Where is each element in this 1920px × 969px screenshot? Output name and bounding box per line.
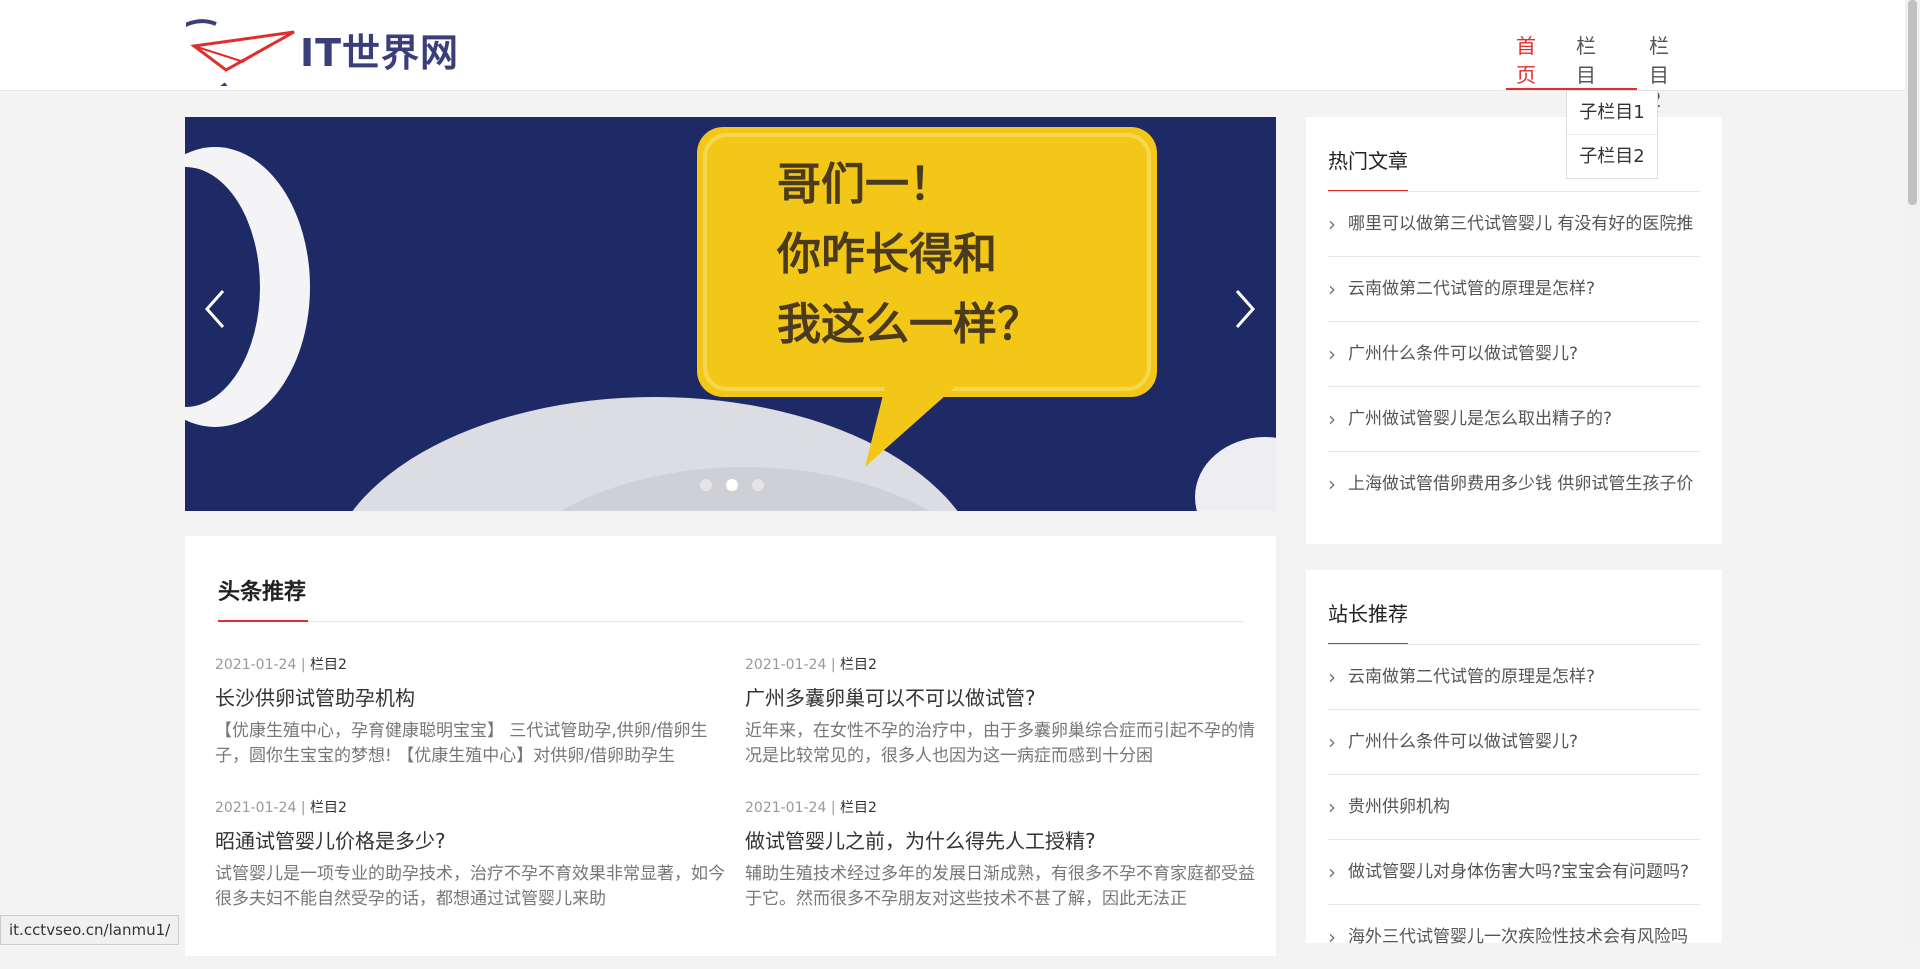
hot-article-link[interactable]: 云南做第二代试管的原理是怎样? — [1328, 256, 1700, 321]
admin-recommend-panel: 站长推荐 云南做第二代试管的原理是怎样? 广州什么条件可以做试管婴儿? 贵州供卵… — [1306, 570, 1722, 969]
news-title-link[interactable]: 广州多囊卵巢可以不可以做试管? — [745, 682, 1255, 711]
admin-article-link[interactable]: 云南做第二代试管的原理是怎样? — [1328, 644, 1700, 709]
chevron-right-icon — [1235, 290, 1256, 328]
news-description: 近年来，在女性不孕的治疗中，由于多囊卵巢综合症而引起不孕的情况是比较常见的，很多… — [745, 721, 1255, 766]
admin-article-link[interactable]: 海外三代试管婴儿一次疾险性技术会有风险吗 — [1328, 904, 1700, 969]
carousel-dot-2[interactable] — [726, 479, 738, 491]
admin-recommend-title: 站长推荐 — [1328, 602, 1408, 626]
news-category-link[interactable]: 栏目2 — [310, 657, 347, 673]
headline-accent — [218, 620, 308, 622]
scrollbar-thumb[interactable] — [1908, 0, 1917, 205]
hot-articles-list: 哪里可以做第三代试管婴儿 有没有好的医院推 云南做第二代试管的原理是怎样? 广州… — [1328, 191, 1700, 516]
news-description: 【优康生殖中心，孕育健康聪明宝宝】 三代试管助孕,供卵/借卵生子，圆你生宝宝的梦… — [215, 721, 708, 766]
image-carousel[interactable]: 哥们一！ 你咋长得和 我这么一样？ — [185, 117, 1276, 511]
headline-panel: 头条推荐 2021-01-24 | 栏目2 长沙供卵试管助孕机构 【优康生殖中心… — [185, 536, 1276, 956]
carousel-dot-1[interactable] — [700, 479, 712, 491]
news-item: 2021-01-24 | 栏目2 广州多囊卵巢可以不可以做试管? 近年来，在女性… — [745, 654, 1255, 769]
news-description: 试管婴儿是一项专业的助孕技术，治疗不孕不育效果非常显著，如今很多夫妇不能自然受孕… — [215, 864, 725, 909]
hot-article-link[interactable]: 广州做试管婴儿是怎么取出精子的? — [1328, 386, 1700, 451]
hot-articles-panel: 热门文章 哪里可以做第三代试管婴儿 有没有好的医院推 云南做第二代试管的原理是怎… — [1306, 117, 1722, 544]
hot-article-link[interactable]: 上海做试管借卵费用多少钱 供卵试管生孩子价 — [1328, 451, 1700, 516]
news-meta: 2021-01-24 | 栏目2 — [215, 657, 347, 673]
news-item: 2021-01-24 | 栏目2 做试管婴儿之前，为什么得先人工授精? 辅助生殖… — [745, 797, 1255, 912]
chevron-left-icon — [204, 290, 225, 328]
news-title-link[interactable]: 昭通试管婴儿价格是多少? — [215, 825, 725, 854]
hot-article-link[interactable]: 哪里可以做第三代试管婴儿 有没有好的医院推 — [1328, 191, 1700, 256]
news-date: 2021-01-24 — [215, 800, 297, 816]
news-category-link[interactable]: 栏目2 — [840, 657, 877, 673]
admin-recommend-list: 云南做第二代试管的原理是怎样? 广州什么条件可以做试管婴儿? 贵州供卵机构 做试… — [1328, 644, 1700, 969]
news-category-link[interactable]: 栏目2 — [840, 800, 877, 816]
news-category-link[interactable]: 栏目2 — [310, 800, 347, 816]
news-date: 2021-01-24 — [745, 657, 827, 673]
logo-text[interactable]: IT世界网 — [300, 22, 459, 77]
news-meta: 2021-01-24 | 栏目2 — [215, 800, 347, 816]
headline-divider — [218, 621, 1243, 622]
site-header: IT世界网 首页 栏目1 栏目2 — [0, 0, 1905, 112]
carousel-slide-image: 哥们一！ 你咋长得和 我这么一样？ — [185, 117, 1276, 511]
admin-article-link[interactable]: 做试管婴儿对身体伤害大吗?宝宝会有问题吗? — [1328, 839, 1700, 904]
carousel-dot-3[interactable] — [752, 479, 764, 491]
hot-article-link[interactable]: 广州什么条件可以做试管婴儿? — [1328, 321, 1700, 386]
dropdown-item-sub1[interactable]: 子栏目1 — [1567, 91, 1657, 135]
status-bar-url: it.cctvseo.cn/lanmu1/ — [0, 915, 180, 945]
nav-item-home[interactable]: 首页 — [1516, 30, 1536, 88]
news-date: 2021-01-24 — [215, 657, 297, 673]
dropdown-item-sub2[interactable]: 子栏目2 — [1567, 135, 1657, 178]
admin-article-link[interactable]: 贵州供卵机构 — [1328, 774, 1700, 839]
bubble-line-3: 我这么一样？ — [777, 299, 1041, 350]
news-meta: 2021-01-24 | 栏目2 — [745, 657, 877, 673]
news-date: 2021-01-24 — [745, 800, 827, 816]
hot-articles-title: 热门文章 — [1328, 149, 1408, 173]
bubble-line-2: 你咋长得和 — [776, 229, 997, 280]
news-item: 2021-01-24 | 栏目2 长沙供卵试管助孕机构 【优康生殖中心，孕育健康… — [215, 654, 725, 769]
news-title-link[interactable]: 长沙供卵试管助孕机构 — [215, 682, 725, 711]
admin-article-link[interactable]: 广州什么条件可以做试管婴儿? — [1328, 709, 1700, 774]
news-description: 辅助生殖技术经过多年的发展日渐成熟，有很多不孕不育家庭都受益于它。然而很多不孕朋… — [745, 864, 1255, 909]
news-item: 2021-01-24 | 栏目2 昭通试管婴儿价格是多少? 试管婴儿是一项专业的… — [215, 797, 725, 912]
news-title-link[interactable]: 做试管婴儿之前，为什么得先人工授精? — [745, 825, 1255, 854]
carousel-indicators — [700, 479, 764, 491]
carousel-next-button[interactable] — [1225, 277, 1265, 337]
bubble-line-1: 哥们一！ — [777, 159, 953, 210]
carousel-prev-button[interactable] — [195, 277, 235, 337]
nav-dropdown-menu: 子栏目1 子栏目2 — [1566, 90, 1658, 179]
headline-title: 头条推荐 — [218, 580, 307, 605]
news-meta: 2021-01-24 | 栏目2 — [745, 800, 877, 816]
